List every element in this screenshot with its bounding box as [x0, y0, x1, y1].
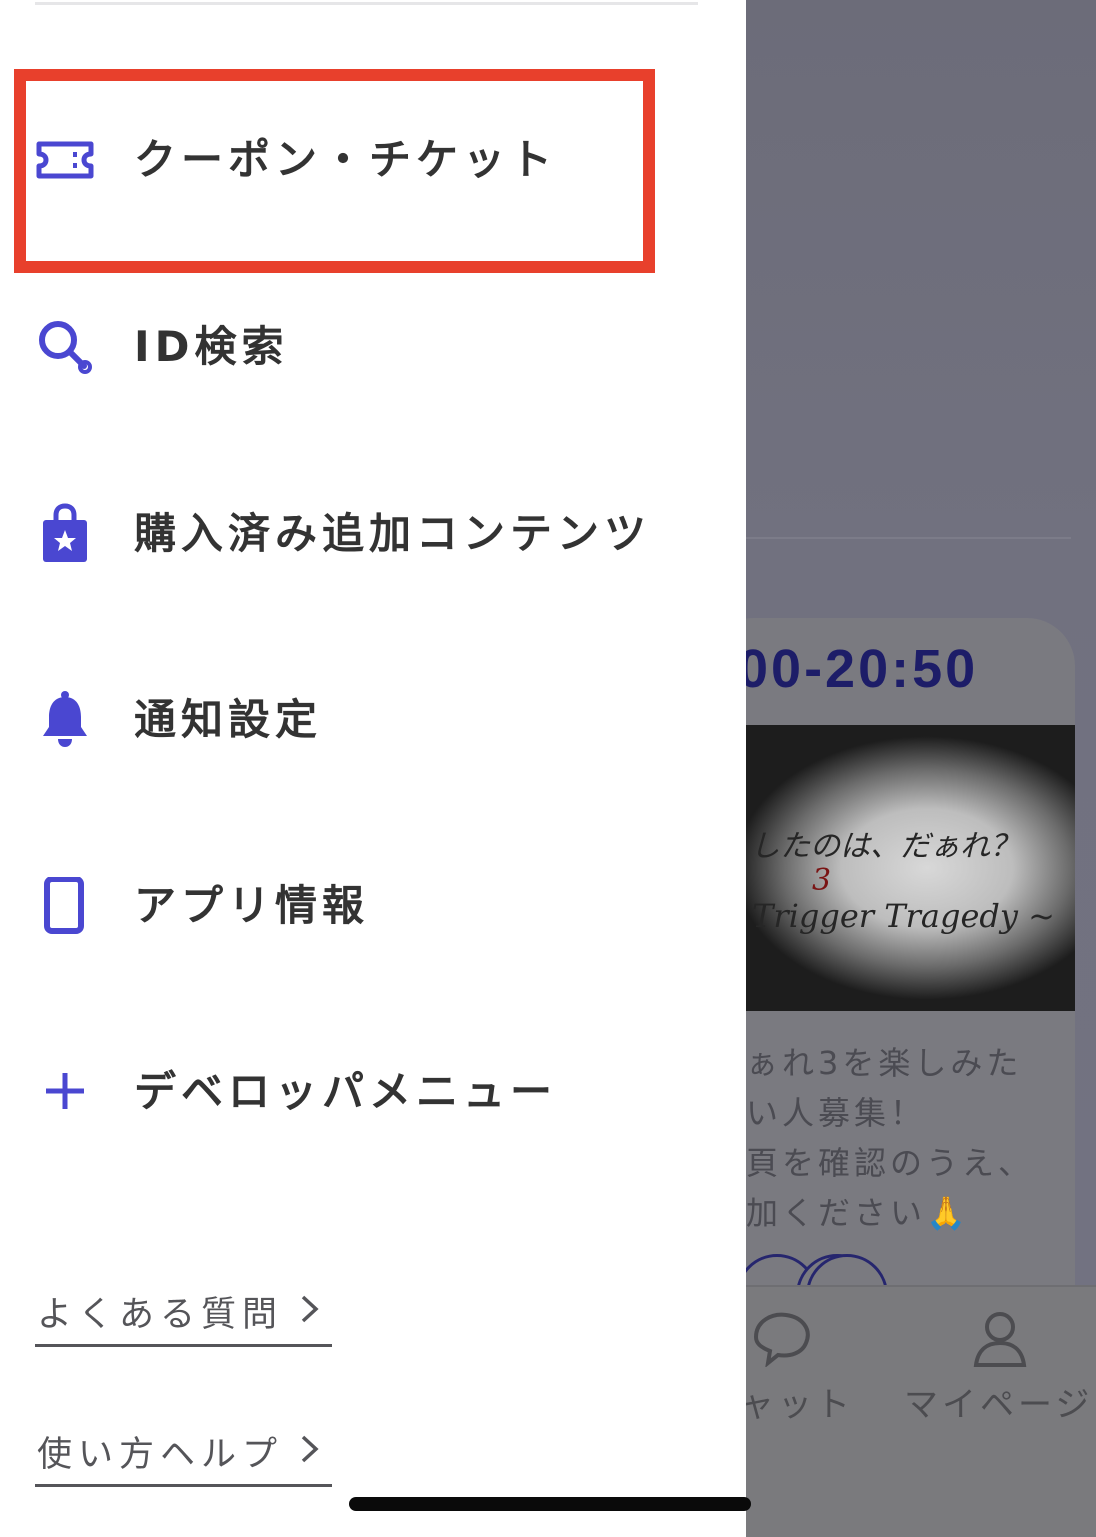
- user-icon: [973, 1312, 1027, 1367]
- side-drawer: クーポン・チケット ID検索 購入済み追加コンテンツ 通知設定 アプリ情報 デベ…: [0, 0, 746, 1537]
- banner-subtitle: Trigger Tragedy ~: [752, 897, 1055, 935]
- faq-link-label: よくある質問: [37, 1295, 284, 1335]
- tab-mypage[interactable]: マイページ: [904, 1377, 1093, 1426]
- background-app: 00-20:50 したのは、だぁれ？ 3 Trigger Tragedy ~ ぁ…: [746, 0, 1096, 1537]
- menu-item-label: アプリ情報: [134, 881, 370, 930]
- divider: [746, 537, 1071, 539]
- event-description-line: 加ください🙏: [746, 1194, 970, 1232]
- help-link-label: 使い方ヘルプ: [37, 1435, 284, 1475]
- plus-icon: [36, 1063, 94, 1121]
- menu-item-label: 通知設定: [134, 695, 323, 744]
- menu-item-purchased-content[interactable]: 購入済み追加コンテンツ: [0, 474, 746, 594]
- help-link[interactable]: 使い方ヘルプ: [35, 1422, 332, 1487]
- faq-link[interactable]: よくある質問: [35, 1282, 332, 1347]
- tab-chat[interactable]: ャット: [746, 1377, 854, 1426]
- chat-bubble-icon: [753, 1312, 810, 1367]
- shopping-bag-star-icon: [36, 503, 94, 563]
- event-time: 00-20:50: [746, 639, 979, 699]
- menu-item-id-search[interactable]: ID検索: [0, 287, 746, 407]
- menu-item-label: 購入済み追加コンテンツ: [134, 509, 652, 558]
- chevron-right-icon: [301, 1435, 319, 1463]
- menu-item-app-info[interactable]: アプリ情報: [0, 846, 746, 966]
- menu-item-label: デベロッパメニュー: [134, 1067, 558, 1116]
- bottom-tab-bar: ャット マイページ: [746, 1285, 1096, 1537]
- event-description-line: 頁を確認のうえ、: [746, 1144, 1035, 1182]
- event-card: 00-20:50 したのは、だぁれ？ 3 Trigger Tragedy ~ ぁ…: [746, 618, 1075, 1318]
- home-indicator[interactable]: [349, 1497, 751, 1511]
- chevron-right-icon: [301, 1295, 319, 1323]
- highlight-annotation-box: [14, 69, 655, 273]
- event-banner-image: したのは、だぁれ？ 3 Trigger Tragedy ~: [746, 725, 1075, 1011]
- banner-title-line: したのは、だぁれ？: [750, 829, 1020, 864]
- search-icon: [36, 318, 94, 376]
- menu-item-notification-settings[interactable]: 通知設定: [0, 660, 746, 780]
- divider: [35, 2, 698, 5]
- event-description-line: ぁれ3を楽しみた: [746, 1044, 1023, 1082]
- bell-icon: [36, 691, 94, 749]
- event-description-line: い人募集！: [746, 1094, 927, 1132]
- banner-number: 3: [812, 863, 832, 898]
- menu-item-developer-menu[interactable]: デベロッパメニュー: [0, 1032, 746, 1152]
- menu-item-label: ID検索: [134, 322, 289, 371]
- smartphone-icon: [36, 877, 94, 935]
